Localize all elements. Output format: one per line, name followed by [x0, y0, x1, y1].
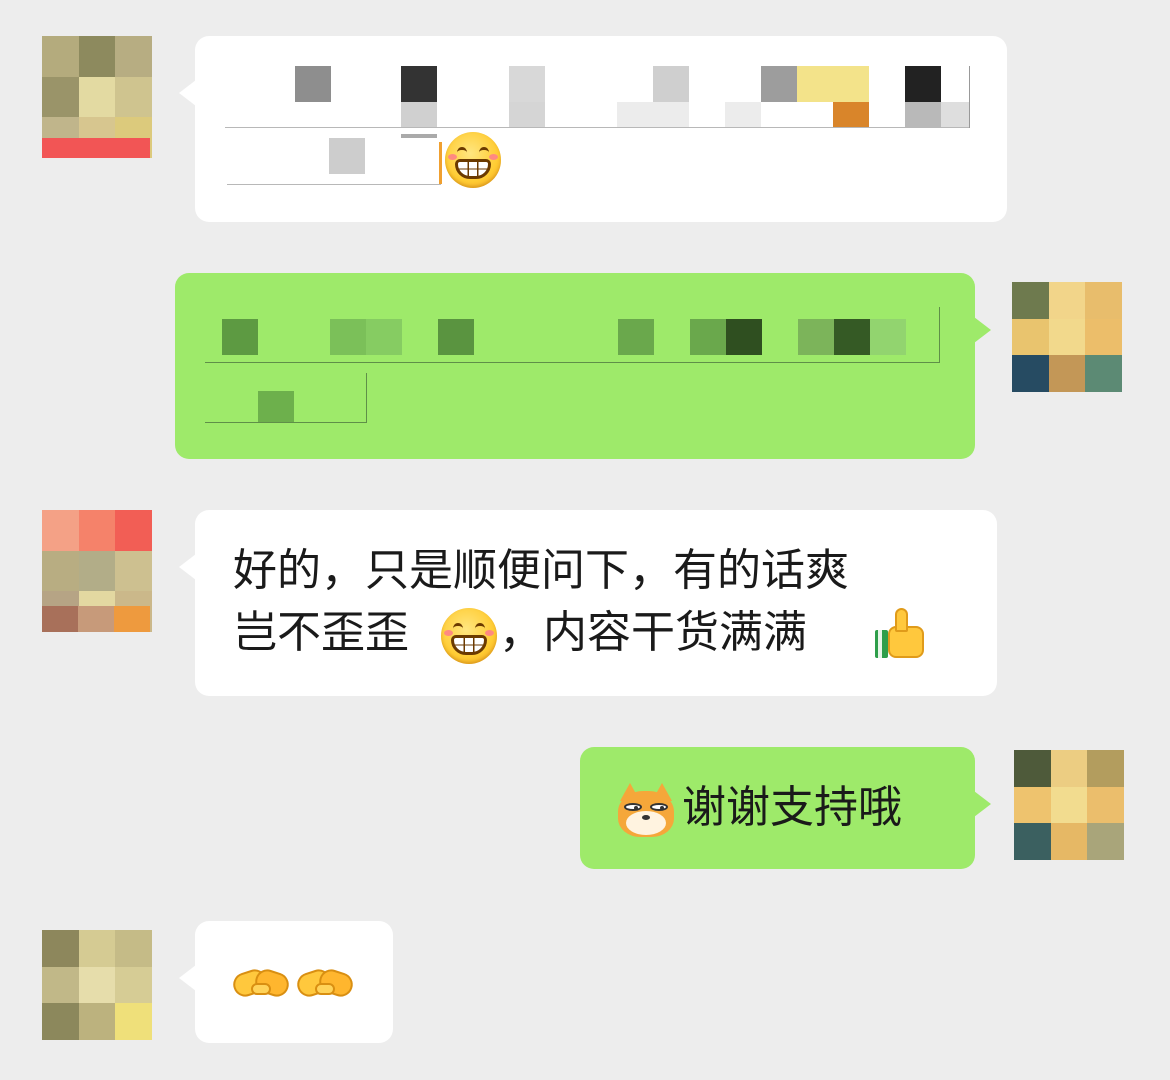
redacted-text — [870, 319, 906, 355]
avatar-strip — [78, 606, 114, 632]
text-underline — [225, 127, 969, 128]
redacted-text — [401, 134, 437, 138]
redacted-text — [690, 319, 726, 355]
message-text-line-2b: ，内容干货满满 — [499, 607, 807, 658]
redacted-text — [330, 319, 366, 355]
redacted-text — [438, 319, 474, 355]
message-bubble-incoming[interactable] — [179, 921, 393, 1043]
handshake-icon — [230, 961, 292, 1007]
text-cursor — [439, 142, 442, 184]
redacted-text — [834, 319, 870, 355]
text-underline — [205, 422, 367, 423]
redacted-text — [905, 66, 941, 102]
redacted-text — [833, 102, 869, 128]
text-cursor — [939, 307, 940, 363]
redacted-text — [509, 66, 545, 102]
self-avatar[interactable] — [1014, 750, 1124, 860]
redacted-text — [509, 102, 545, 128]
text-underline — [205, 362, 940, 363]
message-bubble-incoming[interactable] — [179, 36, 1007, 222]
message-bubble-incoming[interactable]: 好的，只是顺便问下，有的话爽 岂不歪歪 ，内容干货满满 — [179, 510, 997, 696]
handshake-icon — [294, 961, 356, 1007]
grin-icon — [441, 608, 497, 664]
redacted-text — [618, 319, 654, 355]
message-bubble-outgoing[interactable]: 谢谢支持哦 — [580, 747, 991, 869]
message-text-line-2: 岂不歪歪 — [233, 607, 409, 658]
avatar-strip — [42, 138, 150, 158]
redacted-text — [905, 102, 941, 128]
redacted-text — [726, 319, 762, 355]
thumbs-up-icon — [873, 606, 929, 662]
doge-cat-icon — [616, 783, 676, 839]
redacted-text — [258, 391, 294, 423]
redacted-text — [725, 102, 761, 128]
redacted-text — [401, 102, 437, 128]
redacted-text — [941, 102, 969, 128]
redacted-text — [653, 66, 689, 102]
redacted-text — [761, 66, 797, 102]
redacted-text — [222, 319, 258, 355]
text-underline — [227, 184, 441, 185]
chat-window: 好的，只是顺便问下，有的话爽 岂不歪歪 ，内容干货满满 谢谢支持哦 — [0, 0, 1170, 1080]
avatar-strip — [114, 606, 150, 632]
message-bubble-outgoing[interactable] — [175, 273, 991, 459]
redacted-text — [401, 66, 437, 102]
text-cursor — [969, 66, 970, 128]
text-cursor — [366, 373, 367, 423]
redacted-text — [295, 66, 331, 102]
redacted-text — [329, 138, 365, 174]
avatar-strip — [42, 606, 78, 632]
contact-avatar[interactable] — [42, 930, 152, 1040]
redacted-text — [617, 102, 689, 128]
message-text-line-1: 好的，只是顺便问下，有的话爽 — [233, 545, 849, 596]
redacted-text — [366, 319, 402, 355]
redacted-text — [797, 66, 869, 102]
self-avatar[interactable] — [1012, 282, 1122, 392]
message-text: 谢谢支持哦 — [682, 782, 902, 833]
grin-icon — [445, 132, 501, 188]
redacted-text — [798, 319, 834, 355]
